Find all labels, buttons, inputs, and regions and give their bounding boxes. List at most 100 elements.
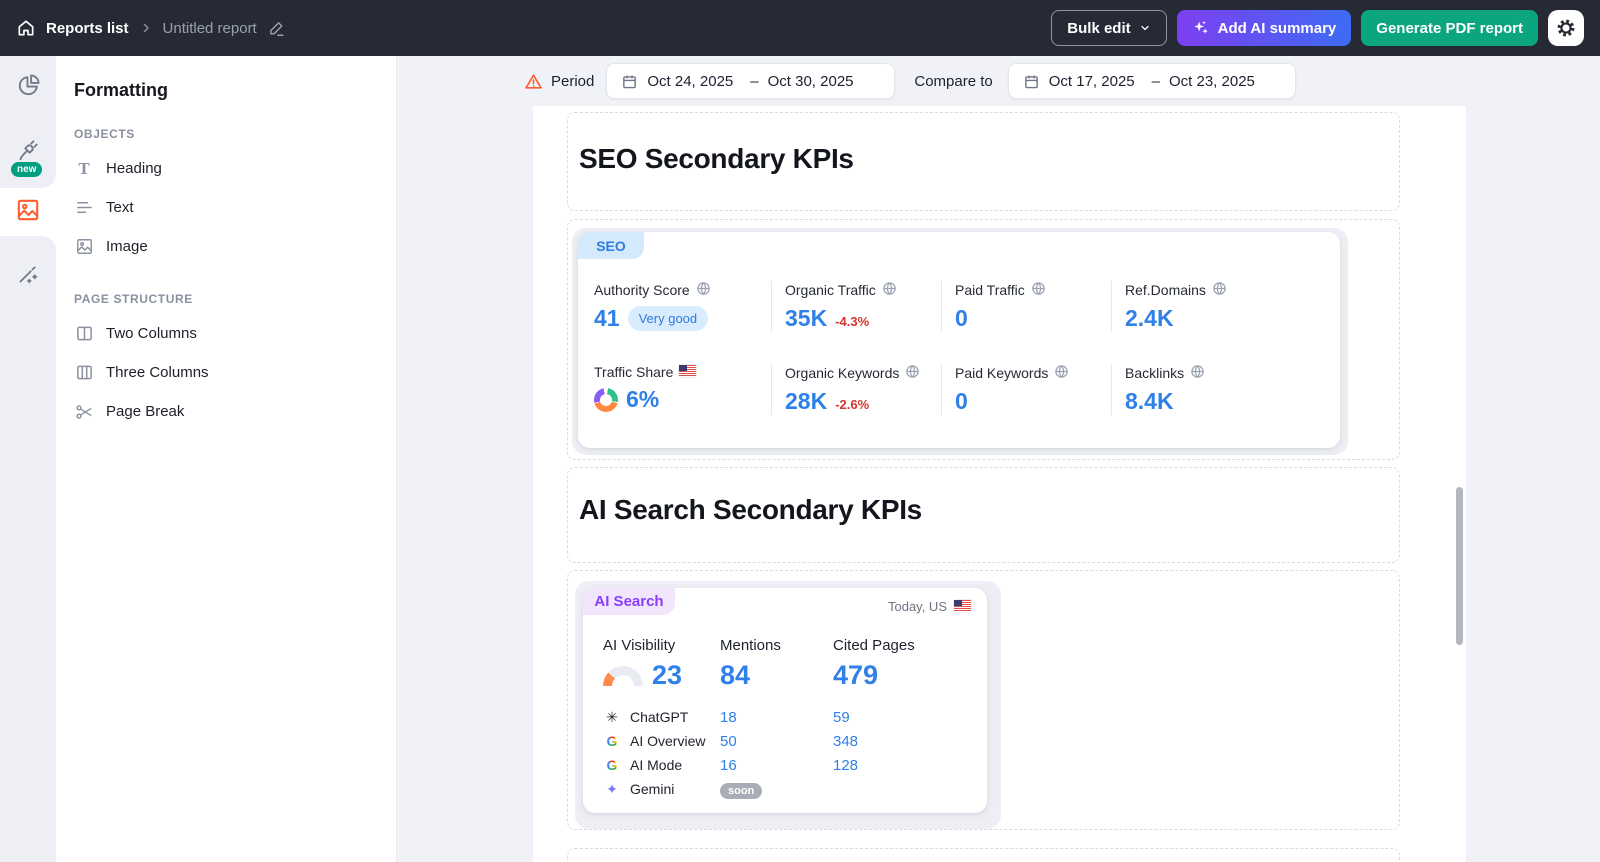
ai-tools-tab[interactable] — [16, 262, 40, 291]
provider-cited: 128 — [833, 756, 859, 774]
home-icon — [16, 18, 36, 38]
metric-label: Paid Keywords — [955, 365, 1049, 381]
new-badge: new — [11, 162, 43, 177]
formatting-tab-active[interactable] — [15, 197, 41, 228]
period-label: Period — [551, 72, 595, 90]
ai-scope: Today, US — [888, 588, 987, 615]
sidebar-item-three-columns[interactable]: Three Columns — [74, 353, 396, 392]
gear-icon — [1555, 17, 1577, 39]
seo-section-heading: SEO Secondary KPIs — [579, 143, 854, 174]
period-date-range-input[interactable]: Oct 24, 2025 – Oct 30, 2025 — [606, 63, 896, 99]
metric-traffic-share: Traffic Share 6% — [594, 364, 771, 415]
calendar-icon — [1023, 73, 1040, 90]
globe-icon — [1190, 364, 1205, 382]
generate-pdf-label: Generate PDF report — [1376, 19, 1523, 37]
topbar-actions: Bulk edit Add AI summary Generate PDF re… — [1051, 10, 1584, 46]
vertical-scrollbar-thumb[interactable] — [1456, 487, 1463, 645]
formatting-sidebar: Formatting OBJECTS T Heading Text Image PAGE … — [56, 56, 397, 862]
ai-scope-label: Today, US — [887, 598, 947, 614]
provider-cited: 348 — [833, 732, 859, 750]
globe-icon — [1031, 281, 1046, 299]
heading-block-ai[interactable]: AI Search Secondary KPIs — [567, 467, 1400, 563]
seo-widget-container: SEO Authority Score 41 Very good Organic Tr… — [572, 228, 1348, 455]
globe-icon — [696, 281, 711, 299]
breadcrumb-reports-list[interactable]: Reports list — [16, 18, 129, 38]
metric-value: 41 — [594, 305, 620, 331]
sidebar-group-label: OBJECTS — [74, 127, 135, 141]
sidebar-item-text[interactable]: Text — [74, 188, 396, 227]
three-columns-icon — [74, 363, 94, 382]
generate-pdf-button[interactable]: Generate PDF report — [1361, 10, 1538, 46]
sidebar-item-label: Three Columns — [106, 364, 209, 381]
bulk-edit-button[interactable]: Bulk edit — [1051, 10, 1167, 46]
provider-row-ai-mode: G AI Mode 16 128 — [603, 753, 987, 777]
report-page: SEO Secondary KPIs SEO Authority Score 41… — [533, 106, 1466, 862]
calendar-icon — [621, 73, 638, 90]
us-flag-icon — [679, 365, 697, 377]
metric-label: Authority Score — [594, 282, 690, 298]
google-icon: G — [606, 733, 618, 749]
provider-label: ChatGPT — [630, 709, 689, 725]
provider-mentions: 50 — [720, 732, 737, 750]
add-ai-summary-button[interactable]: Add AI summary — [1176, 10, 1352, 46]
provider-label: Gemini — [630, 781, 675, 797]
next-widget-block[interactable] — [567, 848, 1400, 862]
sidebar-item-label: Heading — [106, 160, 162, 177]
metric-paid-traffic: Paid Traffic 0 — [941, 281, 1111, 332]
sparkles-icon — [1192, 19, 1210, 37]
settings-button[interactable] — [1548, 10, 1584, 46]
pencil-icon[interactable] — [268, 20, 285, 37]
gemini-icon: ✦ — [606, 781, 618, 797]
date-range-separator: – — [1151, 72, 1160, 90]
rail-segment-top: new — [0, 56, 56, 188]
seo-tab-badge: SEO — [578, 232, 644, 259]
metric-label: Backlinks — [1125, 365, 1185, 381]
sidebar-item-heading[interactable]: T Heading — [74, 149, 396, 188]
provider-cited: 59 — [833, 708, 850, 726]
integrations-tab[interactable]: new — [11, 137, 43, 177]
ai-providers-list: ✳ ChatGPT 18 59 G AI Overview 50 348 G AI Mode 16 1… — [603, 705, 987, 801]
metric-label: Organic Traffic — [785, 282, 876, 298]
provider-mentions: soon — [720, 781, 833, 799]
add-ai-summary-label: Add AI summary — [1217, 19, 1337, 37]
ai-visibility-total: 23 — [603, 660, 720, 691]
sidebar-item-page-break[interactable]: Page Break — [74, 392, 396, 431]
chatgpt-icon: ✳ — [606, 709, 618, 725]
sidebar-item-label: Page Break — [106, 403, 185, 420]
warning-icon — [524, 72, 543, 91]
heading-block-seo[interactable]: SEO Secondary KPIs — [567, 112, 1400, 211]
metric-label: Organic Keywords — [785, 365, 900, 381]
globe-icon — [1054, 364, 1069, 382]
ai-card-header: AI Search Today, US — [583, 588, 987, 615]
main-area: new Formatting OBJECTS T Heading Text Image P… — [0, 56, 1600, 862]
ai-widget-block[interactable]: AI Search Today, US AI Visibility Mentio… — [567, 570, 1400, 830]
globe-icon — [905, 364, 920, 382]
mentions-total: 84 — [720, 660, 751, 690]
sidebar-item-two-columns[interactable]: Two Columns — [74, 314, 396, 353]
visibility-gauge — [603, 665, 643, 686]
seo-widget-block[interactable]: SEO Authority Score 41 Very good Organic Tr… — [567, 219, 1400, 460]
sidebar-group: PAGE STRUCTURE Two Columns Three Columns Pa… — [74, 292, 396, 431]
metric-backlinks: Backlinks 8.4K — [1111, 364, 1340, 415]
date-range-separator: – — [750, 72, 759, 90]
breadcrumb: Reports list Untitled report — [16, 18, 285, 38]
compare-date-range-input[interactable]: Oct 17, 2025 – Oct 23, 2025 — [1007, 63, 1296, 99]
sidebar-item-image[interactable]: Image — [74, 227, 396, 266]
ai-search-kpi-card: AI Search Today, US AI Visibility Mentio… — [583, 588, 987, 813]
sidebar-title: Formatting — [74, 80, 168, 100]
ai-kpi-grid: AI Visibility Mentions Cited Pages 23 84… — [603, 637, 987, 691]
sidebar-group: OBJECTS T Heading Text Image — [74, 127, 396, 266]
metric-value: 35K — [785, 305, 828, 331]
widgets-tab[interactable] — [16, 73, 41, 103]
provider-label: AI Overview — [630, 733, 706, 749]
heading-icon: T — [78, 159, 90, 178]
traffic-share-donut — [594, 387, 618, 412]
report-title: Untitled report — [162, 19, 257, 37]
period-bar: Period Oct 24, 2025 – Oct 30, 2025 Compa… — [397, 56, 1600, 106]
ai-widget-container: AI Search Today, US AI Visibility Mentio… — [575, 581, 1001, 829]
metric-value: 0 — [955, 305, 968, 331]
metric-label: Paid Traffic — [955, 282, 1025, 298]
icon-rail: new — [0, 56, 56, 862]
metric-ref-domains: Ref.Domains 2.4K — [1111, 281, 1340, 332]
report-canvas: Period Oct 24, 2025 – Oct 30, 2025 Compa… — [397, 56, 1600, 862]
